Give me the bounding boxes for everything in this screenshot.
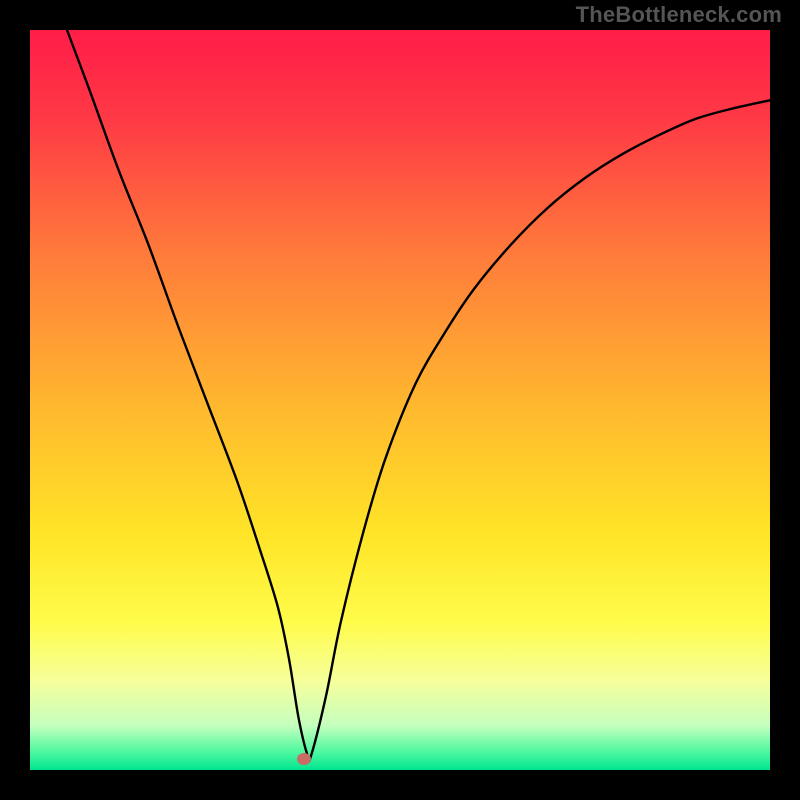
minimum-marker — [297, 753, 311, 765]
watermark-text: TheBottleneck.com — [576, 2, 782, 28]
bottleneck-chart — [30, 30, 770, 770]
plot-area — [30, 30, 770, 770]
gradient-background — [30, 30, 770, 770]
